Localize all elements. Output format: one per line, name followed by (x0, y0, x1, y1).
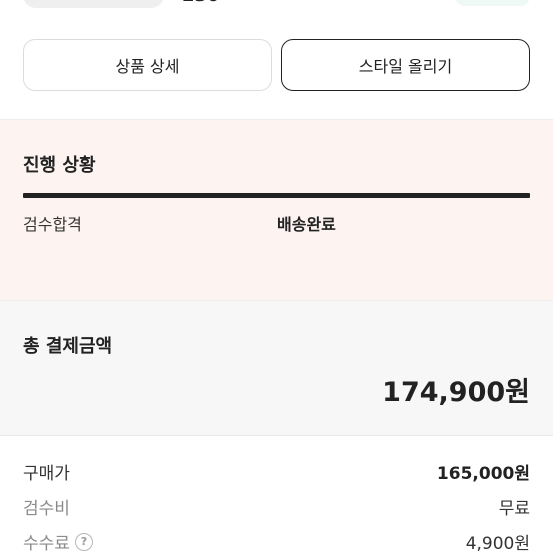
progress-bar (23, 193, 530, 198)
size-value: 230 (182, 0, 220, 6)
divider (0, 435, 553, 436)
purchase-price-row: 구매가 165,000원 (23, 459, 530, 484)
commission-label: 수수료 (23, 534, 70, 553)
status-chip (455, 0, 530, 6)
inspection-fee-value: 무료 (498, 499, 530, 519)
action-buttons: 상품 상세 스타일 올리기 (23, 39, 530, 91)
total-payment-section: 총 결제금액 174,900원 (0, 301, 553, 435)
inspection-fee-label: 검수비 (23, 499, 70, 519)
progress-title: 진행 상황 (23, 155, 96, 176)
product-detail-button[interactable]: 상품 상세 (23, 39, 272, 91)
inspection-fee-row: 검수비 무료 (23, 494, 530, 519)
commission-label-group: 수수료 ? (23, 529, 93, 553)
step-delivery-complete: 배송완료 (277, 215, 336, 234)
purchase-price-label: 구매가 (23, 464, 70, 484)
purchase-price-value: 165,000원 (436, 464, 530, 484)
total-payment-label: 총 결제금액 (23, 336, 113, 357)
option-chip (23, 0, 164, 8)
commission-value: 4,900원 (465, 534, 530, 553)
total-payment-value: 174,900원 (382, 377, 530, 408)
question-circle-icon[interactable]: ? (74, 532, 93, 551)
progress-section: 진행 상황 검수합격 배송완료 (0, 120, 553, 300)
commission-row: 수수료 ? 4,900원 (23, 529, 530, 553)
upload-style-button[interactable]: 스타일 올리기 (281, 39, 530, 91)
step-inspection-passed: 검수합격 (23, 215, 82, 234)
